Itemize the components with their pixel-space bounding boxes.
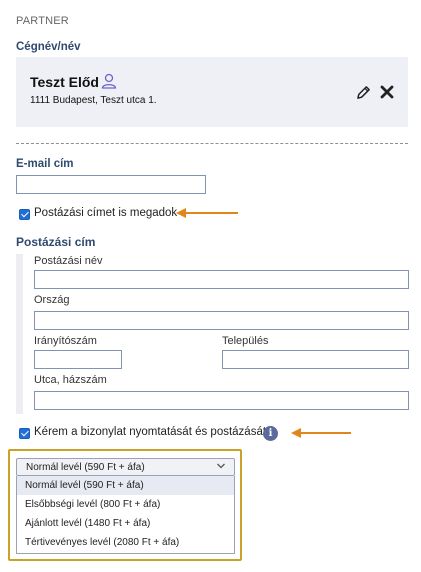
partner-card <box>16 57 408 127</box>
pencil-edit-icon[interactable] <box>356 85 371 100</box>
postal-address-indent <box>16 254 23 414</box>
city-label: Település <box>222 335 269 347</box>
delivery-method-selected-value: Normál levél (590 Ft + áfa) <box>26 462 145 473</box>
print-and-mail-checkbox[interactable] <box>19 428 30 439</box>
remove-close-icon[interactable] <box>380 85 394 99</box>
delivery-option[interactable]: Normál levél (590 Ft + áfa) <box>17 476 234 495</box>
delivery-option[interactable]: Ajánlott levél (1480 Ft + áfa) <box>17 514 234 533</box>
email-field[interactable] <box>16 175 206 194</box>
city-field[interactable] <box>222 350 409 369</box>
user-icon <box>101 73 117 89</box>
delivery-options-list: Normál levél (590 Ft + áfa) Elsőbbségi l… <box>16 476 235 554</box>
street-field[interactable] <box>34 391 409 410</box>
postal-name-label: Postázási név <box>34 255 103 267</box>
delivery-option[interactable]: Tértivevényes levél (2080 Ft + áfa) <box>17 533 234 552</box>
street-label: Utca, házszám <box>34 374 107 386</box>
partner-name: Teszt Előd <box>30 74 99 90</box>
annotation-arrow-icon <box>291 428 351 438</box>
postal-name-field[interactable] <box>34 270 409 289</box>
annotation-arrow-icon <box>176 208 238 218</box>
zip-code-label: Irányítószám <box>34 335 97 347</box>
section-divider <box>16 143 408 144</box>
zip-code-field[interactable] <box>34 350 122 369</box>
print-and-mail-checkbox-label: Kérem a bizonylat nyomtatását és postázá… <box>34 426 267 438</box>
delivery-method-select[interactable]: Normál levél (590 Ft + áfa) <box>16 458 235 476</box>
postal-address-title: Postázási cím <box>16 235 96 249</box>
postal-address-checkbox[interactable] <box>19 209 30 220</box>
country-label: Ország <box>34 294 70 306</box>
country-field[interactable] <box>34 311 409 330</box>
partner-address: 1111 Budapest, Teszt utca 1. <box>30 95 157 106</box>
delivery-option[interactable]: Elsőbbségi levél (800 Ft + áfa) <box>17 495 234 514</box>
company-name-label: Cégnév/név <box>16 41 81 53</box>
chevron-down-icon <box>217 463 225 469</box>
postal-address-checkbox-label: Postázási címet is megadok <box>34 207 178 219</box>
info-icon[interactable]: i <box>263 426 278 441</box>
email-label: E-mail cím <box>16 158 74 170</box>
partner-section-label: PARTNER <box>16 15 69 27</box>
